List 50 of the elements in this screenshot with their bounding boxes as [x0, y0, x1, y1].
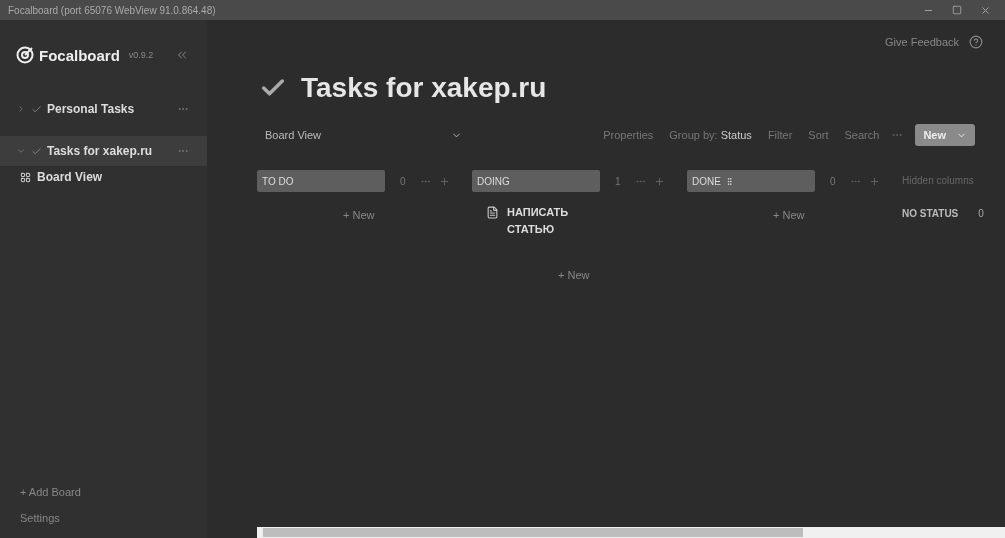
sort-button[interactable]: Sort [800, 129, 837, 141]
scrollbar-thumb[interactable] [263, 528, 803, 537]
feedback-link[interactable]: Give Feedback [885, 36, 959, 48]
board-title: Personal Tasks [47, 102, 136, 116]
view-title: Board View [37, 170, 103, 184]
window-title: Focalboard (port 65076 WebView 91.0.864.48) [8, 4, 216, 16]
plus-icon [438, 175, 450, 187]
new-card-button[interactable]: + New [552, 268, 596, 282]
hidden-column-title[interactable]: NO STATUS [902, 208, 959, 219]
column-count: 0 [978, 208, 984, 219]
collapse-icon[interactable] [175, 48, 189, 62]
new-button[interactable]: New [915, 124, 975, 146]
column-count: 1 [615, 175, 621, 187]
maximize-icon[interactable] [952, 4, 962, 15]
help-icon[interactable] [969, 35, 983, 49]
plus-icon [653, 175, 665, 187]
group-by-button[interactable]: Group by: Status [661, 129, 760, 141]
search-button[interactable]: Search [836, 129, 888, 141]
add-board-link[interactable]: + Add Board [20, 486, 207, 498]
sidebar-board[interactable]: Tasks for xakep.ru [0, 136, 207, 166]
new-card-button[interactable]: + New [337, 208, 381, 222]
app-name: Focalboard [39, 46, 120, 64]
horizontal-scrollbar[interactable] [257, 527, 1005, 538]
sidebar-view[interactable]: Board View [0, 166, 207, 188]
logo-icon [16, 46, 34, 64]
board-title: Tasks for xakep.ru [301, 72, 547, 104]
grip-icon [724, 176, 734, 186]
column-header[interactable]: DOING [472, 170, 600, 192]
view-dropdown[interactable]: Board View [257, 129, 471, 141]
column-header[interactable]: TO DO [257, 170, 385, 192]
sidebar-board[interactable]: Personal Tasks [0, 94, 207, 124]
check-icon [31, 145, 42, 157]
expand-icon[interactable] [16, 104, 26, 114]
close-icon[interactable] [980, 4, 991, 16]
document-icon [486, 206, 499, 219]
column-count: 0 [400, 175, 406, 187]
properties-button[interactable]: Properties [595, 129, 662, 141]
hidden-columns-label: Hidden columns [902, 174, 975, 188]
board-view-icon [20, 171, 31, 183]
plus-icon [868, 175, 880, 187]
board-card[interactable]: НАПИСАТЬ СТАТЬЮ [472, 192, 604, 238]
app-version: v0.9.2 [128, 50, 155, 60]
settings-link[interactable]: Settings [20, 512, 207, 524]
filter-button[interactable]: Filter [759, 129, 801, 141]
board-title: Tasks for xakep.ru [47, 144, 154, 158]
column-header[interactable]: DONE [687, 170, 815, 192]
column-count: 0 [830, 175, 836, 187]
new-card-button[interactable]: + New [767, 208, 811, 222]
check-icon [31, 103, 42, 115]
expand-icon[interactable] [16, 146, 26, 156]
